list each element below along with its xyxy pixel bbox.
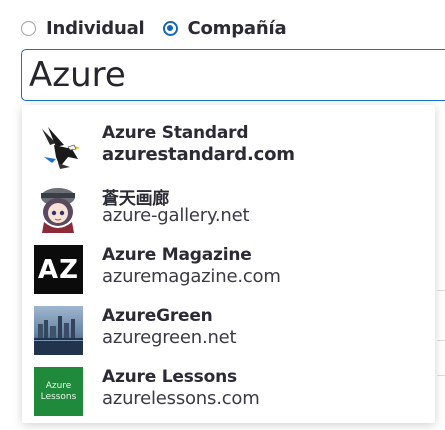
page: Individual Compañía Azure Azure Standard… (0, 0, 445, 430)
individual-radio[interactable] (21, 20, 36, 36)
suggestion-item[interactable]: AZ Azure Magazine azuremagazine.com (22, 238, 435, 298)
logo-line: Lessons (40, 391, 77, 402)
background-divider (437, 340, 445, 341)
suggestion-name: AzureGreen (102, 306, 213, 326)
suggestion-item[interactable]: AzureGreen azuregreen.net (22, 299, 435, 359)
suggestions-dropdown: Azure Standard azurestandard.com 蒼天画廊 az… (22, 105, 435, 423)
suggestion-item[interactable]: Azure Lessons Azure Lessons azurelessons… (22, 360, 435, 420)
background-divider (437, 375, 445, 376)
suggestion-domain: azurelessons.com (102, 388, 260, 409)
suggestion-name: Azure Lessons (102, 367, 237, 387)
azure-lessons-logo-icon: Azure Lessons (34, 367, 83, 416)
anime-character-logo-icon (34, 184, 83, 233)
company-label: Compañía (187, 17, 287, 39)
background-divider (437, 290, 445, 291)
individual-label: Individual (46, 17, 145, 39)
suggestion-item[interactable]: 蒼天画廊 azure-gallery.net (22, 177, 435, 237)
eagle-logo-icon (34, 123, 83, 172)
suggestion-domain: azuregreen.net (102, 327, 237, 348)
company-option[interactable]: Compañía (162, 17, 287, 39)
suggestion-name: Azure Standard (102, 123, 249, 143)
az-logo-text: AZ (38, 254, 79, 285)
company-search-input[interactable] (21, 49, 445, 101)
suggestion-name: Azure Magazine (102, 245, 252, 265)
az-logo-icon: AZ (34, 245, 83, 294)
suggestion-domain: azurestandard.com (102, 144, 295, 165)
city-skyline-logo-icon (34, 306, 83, 355)
company-type-radio-group: Individual Compañía (21, 16, 304, 40)
suggestion-domain: azure-gallery.net (102, 205, 250, 226)
individual-option[interactable]: Individual (21, 18, 145, 39)
company-radio[interactable] (162, 20, 178, 36)
suggestion-item[interactable]: Azure Standard azurestandard.com (22, 116, 435, 176)
logo-line: Azure (45, 380, 72, 391)
suggestion-domain: azuremagazine.com (102, 266, 281, 287)
